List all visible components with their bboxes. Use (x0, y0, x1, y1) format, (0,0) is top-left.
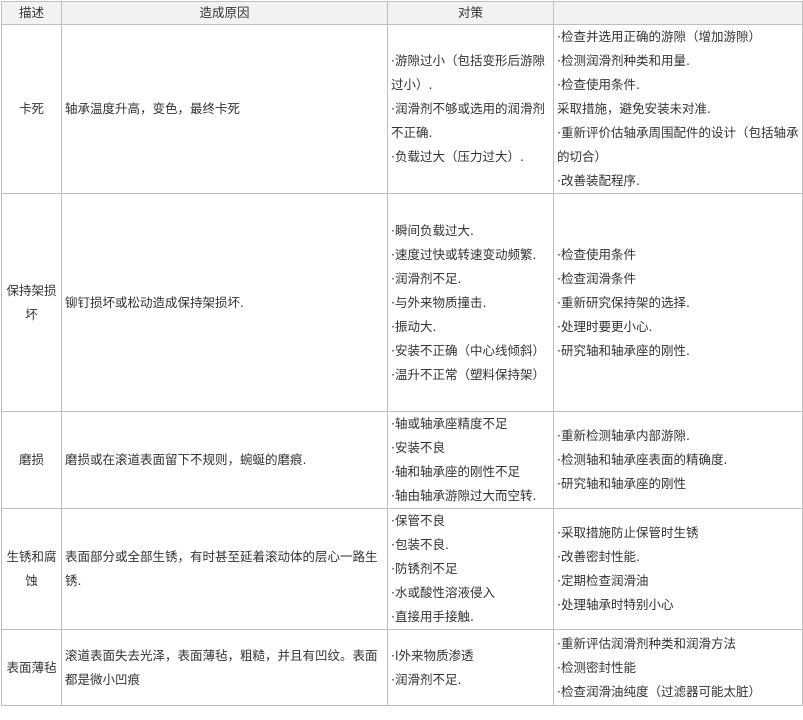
list-item: ·研究轴和轴承座的刚性. (557, 342, 690, 358)
list-item: ·温升不正常（塑料保持架） (391, 366, 545, 382)
list-item: ·定期检查润滑油 (557, 573, 649, 588)
list-item: ·负载过大（压力过大）. (391, 149, 524, 164)
list-item: ·检测轴和轴承座表面的精确度. (557, 452, 728, 467)
list-item: ·速度过快或转速变动频繁. (391, 246, 537, 262)
list-item: ·研究轴和轴承座的刚性 (557, 476, 686, 491)
list-item: ·重新研究保持架的选择. (557, 294, 690, 310)
list-item: ·安装不良 (391, 440, 445, 455)
table-row: 保持架损坏 铆钉损坏或松动造成保持架损坏. ·瞬间负载过大. ·速度过快或转速变… (1, 193, 803, 412)
list-item: ·重新评估润滑剂种类和润滑方法 (557, 635, 736, 651)
row-extra-measures: ·采取措施防止保管时生锈 ·改善密封性能. ·定期检查润滑油 ·处理轴承时特别小… (553, 508, 803, 630)
row-extra-measures: ·重新评估润滑剂种类和润滑方法 ·检测密封性能 ·检查润滑油纯度（过滤器可能太脏… (553, 629, 803, 706)
row-countermeasures: ·保管不良 ·包装不良. ·防锈剂不足 ·水或酸性溶液侵入 ·直接用手接触. (387, 508, 554, 630)
row-cause: 表面部分或全部生锈，有时甚至延着滚动体的层心一路生锈. (61, 508, 388, 630)
row-countermeasures: ·l外来物质渗透 ·润滑剂不足. (387, 629, 554, 706)
list-item: ·水或酸性溶液侵入 (391, 585, 495, 600)
row-description: 保持架损坏 (1, 193, 62, 412)
list-item: ·改善密封性能. (557, 549, 640, 564)
list-item: ·轴由轴承游隙过大而空转. (391, 488, 537, 503)
list-item: ·检查使用条件. (557, 77, 640, 92)
list-item: ·包装不良. (391, 537, 449, 552)
header-cause: 造成原因 (61, 1, 388, 25)
list-item: 采取措施，避免安装未对准. (557, 101, 711, 116)
list-item: ·检测润滑剂种类和用量. (557, 53, 690, 68)
list-item: ·检查并选用正确的游隙（增加游隙） (557, 29, 761, 44)
row-cause: 铆钉损坏或松动造成保持架损坏. (61, 193, 388, 412)
row-countermeasures: ·瞬间负载过大. ·速度过快或转速变动频繁. ·润滑剂不足. ·与外来物质撞击.… (387, 193, 554, 412)
row-extra-measures: ·检查使用条件 ·检查润滑条件 ·重新研究保持架的选择. ·处理时要更小心. ·… (553, 193, 803, 412)
list-item: ·保管不良 (391, 513, 445, 528)
row-countermeasures: ·游隙过小（包括变形后游隙过小）. ·润滑剂不够或选用的润滑剂不正确. ·负载过… (387, 24, 554, 194)
list-item: ·改善装配程序. (557, 173, 640, 188)
list-item: ·重新检测轴承内部游隙. (557, 428, 690, 443)
list-item: ·游隙过小（包括变形后游隙过小）. (391, 53, 545, 92)
row-extra-measures: ·重新检测轴承内部游隙. ·检测轴和轴承座表面的精确度. ·研究轴和轴承座的刚性 (553, 411, 803, 509)
list-item: ·采取措施防止保管时生锈 (557, 525, 699, 540)
table-row: 卡死 轴承温度升高，变色，最终卡死 ·游隙过小（包括变形后游隙过小）. ·润滑剂… (1, 24, 803, 194)
row-description: 磨损 (1, 411, 62, 509)
list-item: ·轴或轴承座精度不足 (391, 416, 508, 431)
list-item: ·振动大. (391, 318, 437, 334)
table-row: 生锈和腐蚀 表面部分或全部生锈，有时甚至延着滚动体的层心一路生锈. ·保管不良 … (1, 508, 803, 630)
list-item: ·直接用手接触. (391, 609, 474, 624)
table-header-row: 描述 造成原因 对策 (1, 1, 803, 25)
list-item: ·防锈剂不足 (391, 561, 458, 576)
row-countermeasures: ·轴或轴承座精度不足 ·安装不良 ·轴和轴承座的刚性不足 ·轴由轴承游隙过大而空… (387, 411, 554, 509)
table-row: 表面薄毡 滚道表面失去光泽，表面薄毡，粗糙，并且有凹纹。表面都是微小凹痕 ·l外… (1, 629, 803, 706)
row-extra-measures: ·检查并选用正确的游隙（增加游隙） ·检测润滑剂种类和用量. ·检查使用条件. … (553, 24, 803, 194)
list-item: ·检测密封性能 (557, 659, 636, 675)
list-item: ·检查使用条件 (557, 246, 636, 262)
list-item: ·润滑剂不够或选用的润滑剂不正确. (391, 101, 545, 140)
list-item: ·瞬间负载过大. (391, 222, 474, 238)
header-description: 描述 (1, 1, 62, 25)
list-item: ·轴和轴承座的刚性不足 (391, 464, 520, 479)
table-row: 磨损 磨损或在滚道表面留下不规则，蜿蜒的磨痕. ·轴或轴承座精度不足 ·安装不良… (1, 411, 803, 509)
list-item: ·润滑剂不足. (391, 270, 462, 286)
list-item: ·处理时要更小心. (557, 318, 653, 334)
bearing-failure-table: 描述 造成原因 对策 卡死 轴承温度升高，变色，最终卡死 ·游隙过小（包括变形后… (1, 1, 803, 706)
header-extra (553, 1, 803, 25)
row-cause: 滚道表面失去光泽，表面薄毡，粗糙，并且有凹纹。表面都是微小凹痕 (61, 629, 388, 706)
list-item: ·与外来物质撞击. (391, 294, 487, 310)
row-cause: 轴承温度升高，变色，最终卡死 (61, 24, 388, 194)
list-item: ·重新评价估轴承周围配件的设计（包括轴承的切合） (557, 125, 799, 164)
row-description: 卡死 (1, 24, 62, 194)
list-item: ·检查润滑条件 (557, 270, 636, 286)
list-item: ·润滑剂不足. (391, 671, 462, 687)
list-item: ·检查润滑油纯度（过滤器可能太脏） (557, 683, 761, 699)
list-item: ·处理轴承时特别小心 (557, 597, 674, 612)
list-item: ·安装不正确（中心线倾斜） (391, 342, 545, 358)
header-countermeasure: 对策 (387, 1, 554, 25)
row-description: 生锈和腐蚀 (1, 508, 62, 630)
row-cause: 磨损或在滚道表面留下不规则，蜿蜒的磨痕. (61, 411, 388, 509)
list-item: ·l外来物质渗透 (391, 647, 474, 663)
row-description: 表面薄毡 (1, 629, 62, 706)
